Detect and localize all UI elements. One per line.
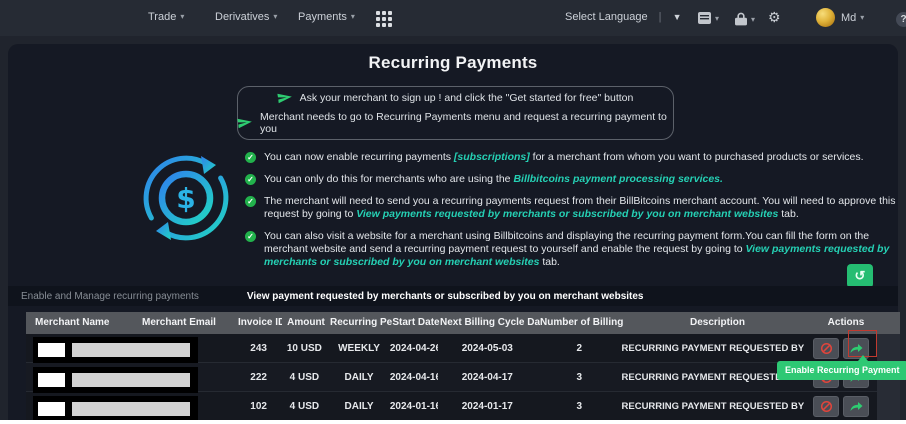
nav-menu-trade[interactable]: Trade ▾ xyxy=(148,11,184,23)
recurring-payments-page: Trade ▾ Derivatives ▾ Payments ▾ Select Lan… xyxy=(0,0,906,420)
instruction-text: Ask your merchant to sign up ! and click… xyxy=(299,91,634,104)
chevron-down-icon: ▼ xyxy=(672,12,682,22)
cancel-payment-button[interactable] xyxy=(813,337,840,359)
instruction-line: Merchant needs to go to Recurring Paymen… xyxy=(237,110,673,135)
tab-view-requested[interactable]: View payment requested by merchants or s… xyxy=(247,291,644,302)
column-header: Invoice ID xyxy=(238,317,282,328)
paper-plane-icon xyxy=(276,93,292,103)
security-menu[interactable]: ▾ xyxy=(735,12,755,26)
column-header: Number of Billing Cycles xyxy=(540,317,625,328)
language-selector-label: Select Language xyxy=(565,11,648,23)
help-icon[interactable]: ? xyxy=(896,12,906,27)
column-header: Start Date xyxy=(392,317,440,328)
instruction-line: Ask your merchant to sign up ! and click… xyxy=(238,92,673,104)
link-text[interactable]: View payments requested by merchants or … xyxy=(356,208,778,220)
list-item: ✓ You can also visit a website for a mer… xyxy=(245,230,900,269)
tab-enable-manage[interactable]: Enable and Manage recurring payments xyxy=(21,291,199,302)
divider: | xyxy=(658,11,662,23)
lock-icon xyxy=(735,12,747,26)
chevron-down-icon: ▾ xyxy=(273,12,278,21)
history-icon: ↺ xyxy=(854,268,866,283)
language-selector[interactable]: Select Language | ▼ xyxy=(565,11,681,23)
tab-bar: Enable and Manage recurring payments Vie… xyxy=(8,286,898,306)
nav-menu-payments-label: Payments xyxy=(298,11,347,23)
chevron-down-icon: ▾ xyxy=(350,12,355,21)
column-header: Merchant Email xyxy=(142,317,216,328)
avatar[interactable] xyxy=(816,8,835,27)
table-header-row: Merchant Name Merchant Email Invoice ID … xyxy=(26,312,900,334)
nav-menu-derivatives[interactable]: Derivatives ▾ xyxy=(215,11,277,23)
chevron-down-icon: ▾ xyxy=(715,13,720,23)
enable-payment-button[interactable] xyxy=(843,395,870,417)
redo-arrow-icon xyxy=(850,402,863,411)
nav-menu-trade-label: Trade xyxy=(148,11,177,23)
column-header: Actions xyxy=(827,317,865,328)
settings-gear-icon[interactable]: ⚙ xyxy=(768,9,781,26)
nav-menu-payments[interactable]: Payments ▾ xyxy=(298,11,355,23)
column-header: Merchant Name xyxy=(35,317,110,328)
check-icon: ✓ xyxy=(245,196,256,207)
column-header: Recurring Period xyxy=(330,317,392,328)
apps-grid-icon[interactable] xyxy=(376,11,392,27)
redacted-merchant-info xyxy=(33,367,198,393)
check-icon: ✓ xyxy=(245,231,256,242)
list-item: ✓ You can only do this for merchants who… xyxy=(245,173,900,186)
chevron-down-icon: ▾ xyxy=(180,12,185,21)
chevron-down-icon: ▾ xyxy=(751,14,756,24)
info-bullet-list: ✓ You can now enable recurring payments … xyxy=(245,151,900,278)
block-icon xyxy=(820,400,832,412)
user-menu-label: Md xyxy=(841,12,857,24)
wallet-icon xyxy=(698,12,711,24)
page-title: Recurring Payments xyxy=(368,53,538,72)
user-menu[interactable]: Md ▾ xyxy=(841,12,864,24)
redacted-merchant-info xyxy=(33,396,198,420)
redo-arrow-icon xyxy=(850,344,863,353)
column-header: Amount xyxy=(287,317,325,328)
instruction-box: Ask your merchant to sign up ! and click… xyxy=(237,86,674,140)
list-item: ✓ You can now enable recurring payments … xyxy=(245,151,900,164)
paper-plane-icon xyxy=(237,118,252,128)
refresh-history-button[interactable]: ↺ xyxy=(847,264,873,288)
instruction-text: Merchant needs to go to Recurring Paymen… xyxy=(260,110,667,135)
column-header: Description xyxy=(689,317,745,328)
svg-text:$: $ xyxy=(176,182,195,215)
block-icon xyxy=(820,342,832,354)
recurring-dollar-icon: $ xyxy=(143,155,229,241)
top-navbar: Trade ▾ Derivatives ▾ Payments ▾ Select Lan… xyxy=(0,0,906,36)
check-icon: ✓ xyxy=(245,152,256,163)
check-icon: ✓ xyxy=(245,174,256,185)
column-header: Next Billing Cycle Date xyxy=(440,317,540,328)
list-item: ✓ The merchant will need to send you a r… xyxy=(245,195,900,221)
cancel-payment-button[interactable] xyxy=(813,395,840,417)
redacted-merchant-info xyxy=(33,337,198,363)
wallet-menu[interactable]: ▾ xyxy=(698,12,719,24)
enable-payment-tooltip: Enable Recurring Payment xyxy=(777,361,906,380)
nav-menu-derivatives-label: Derivatives xyxy=(215,11,270,23)
chevron-down-icon: ▾ xyxy=(860,13,865,22)
